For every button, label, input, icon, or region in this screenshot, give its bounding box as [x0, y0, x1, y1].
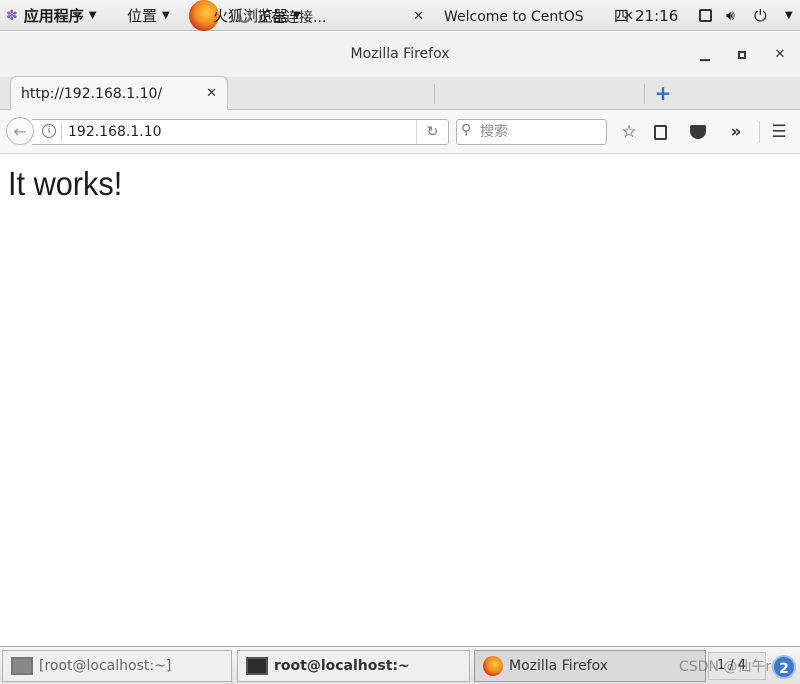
close-icon[interactable]: ✕	[206, 86, 217, 101]
hamburger-icon: ☰	[771, 122, 787, 142]
chevron-down-icon: ▼	[88, 10, 97, 21]
back-arrow-icon: ←	[13, 121, 27, 141]
tab-separator	[644, 84, 645, 104]
apps-menu[interactable]: ✽ 应用程序 ▼	[6, 0, 96, 31]
reload-icon: ↻	[426, 124, 439, 140]
notification-badge[interactable]: 2	[772, 655, 796, 679]
terminal-icon	[246, 657, 268, 675]
search-icon: ⚲	[461, 122, 472, 138]
search-placeholder: 搜索	[480, 124, 508, 140]
tab-label: http://192.168.1.10/	[21, 85, 163, 102]
toolbar-separator	[759, 121, 760, 143]
tab-label: 正在连接...	[257, 9, 327, 26]
bookmark-star-button[interactable]: ☆	[616, 118, 642, 146]
tab-centos[interactable]: Welcome to CentOS ✕	[434, 0, 644, 33]
new-tab-button[interactable]: +	[652, 80, 674, 106]
volume-icon[interactable]: 🔊︎	[726, 0, 735, 31]
power-icon[interactable]: ⏻	[754, 0, 767, 31]
taskbar-item-label: [root@localhost:~]	[39, 658, 172, 674]
watermark: CSDN @仙午roc	[679, 659, 788, 675]
clipboard-icon	[653, 124, 667, 140]
terminal-icon	[11, 657, 33, 675]
info-icon[interactable]: i	[42, 124, 56, 138]
apps-icon: ✽	[6, 7, 18, 24]
star-icon: ☆	[621, 122, 637, 142]
taskbar-item-terminal-2[interactable]: root@localhost:~	[237, 650, 470, 682]
window-title: Mozilla Firefox	[0, 32, 800, 77]
close-window-button[interactable]: ✕	[768, 32, 792, 77]
pocket-button[interactable]	[685, 118, 711, 146]
reading-list-button[interactable]	[647, 118, 673, 146]
minimize-button[interactable]: ▁	[693, 32, 717, 77]
back-button[interactable]: ←	[6, 117, 34, 145]
reload-button[interactable]: ↻	[416, 120, 448, 144]
url-text[interactable]: 192.168.1.10	[68, 119, 162, 145]
overflow-button[interactable]: »	[723, 118, 749, 146]
places-menu-label: 位置	[127, 7, 158, 25]
chevron-down-icon[interactable]: ▼	[780, 0, 793, 31]
taskbar-item-label: Mozilla Firefox	[509, 658, 609, 674]
chevron-down-icon: ▼	[162, 10, 170, 21]
close-icon[interactable]: ✕	[413, 9, 424, 24]
apps-menu-label: 应用程序	[23, 7, 84, 25]
maximize-icon	[738, 50, 746, 59]
tab-connecting[interactable]: 正在连接... ✕	[228, 0, 434, 33]
double-chevron-icon: »	[730, 122, 742, 142]
search-input[interactable]	[456, 119, 607, 145]
page-heading: It works!	[8, 165, 123, 202]
url-divider	[61, 124, 62, 140]
tab-localhost[interactable]: http://192.168.1.10/ ✕	[10, 76, 228, 110]
menu-button[interactable]: ☰	[766, 118, 792, 146]
close-icon[interactable]: ✕	[623, 9, 634, 24]
taskbar-item-label: root@localhost:~	[274, 658, 410, 674]
pocket-icon	[690, 125, 706, 139]
firefox-icon	[483, 656, 503, 676]
taskbar-item-firefox[interactable]: Mozilla Firefox	[474, 650, 706, 682]
tab-label: Welcome to CentOS	[444, 8, 584, 25]
screen-icon[interactable]	[699, 0, 712, 31]
maximize-button[interactable]	[730, 32, 754, 77]
loading-icon	[238, 10, 251, 23]
places-menu[interactable]: 位置 ▼	[127, 0, 170, 31]
taskbar-item-terminal-1[interactable]: [root@localhost:~]	[2, 650, 232, 682]
tab-separator	[434, 84, 435, 104]
